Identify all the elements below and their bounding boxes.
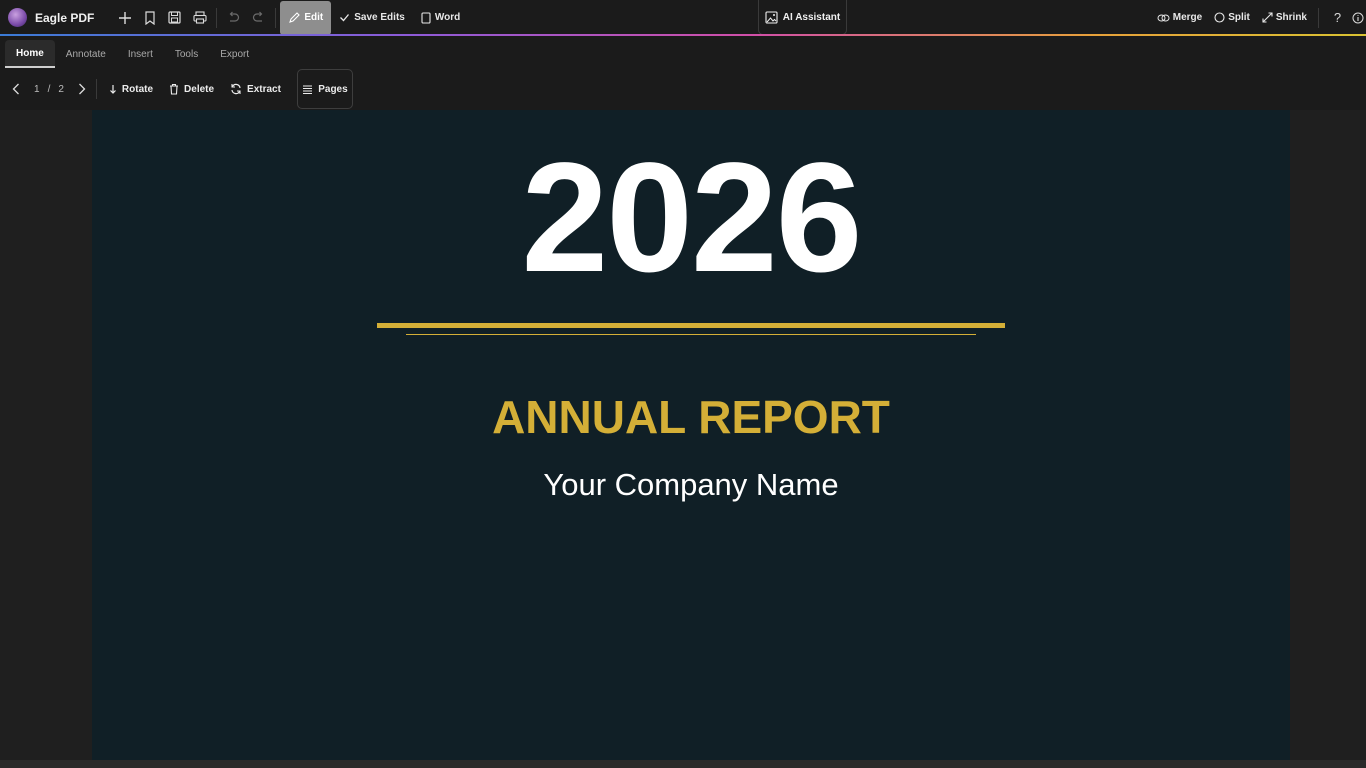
home-toolbar: 1 / 2 Rotate Delete Extract Pages	[0, 68, 1366, 110]
ribbon-tabs: Home Annotate Insert Tools Export	[0, 36, 1366, 68]
arrow-down-icon	[109, 84, 116, 94]
split-icon	[1214, 12, 1225, 23]
ai-assistant-label: AI Assistant	[782, 11, 841, 23]
split-button[interactable]: Split	[1209, 0, 1255, 35]
merge-button[interactable]: Merge	[1152, 0, 1207, 35]
tab-insert[interactable]: Insert	[117, 40, 164, 68]
brand: Eagle PDF	[0, 0, 94, 35]
word-button[interactable]: Word	[413, 0, 468, 35]
info-icon[interactable]	[1352, 0, 1366, 35]
help-icon[interactable]: ?	[1325, 0, 1350, 35]
gold-rule-thin	[406, 334, 976, 335]
word-label: Word	[434, 12, 461, 23]
divider	[216, 7, 218, 28]
delete-button[interactable]: Delete	[161, 74, 222, 104]
shrink-button[interactable]: Shrink	[1257, 0, 1312, 35]
edit-button[interactable]: Edit	[280, 0, 332, 35]
document-workspace[interactable]: 2026 ANNUAL REPORT Your Company Name	[0, 110, 1366, 760]
save-edits-button[interactable]: Save Edits	[331, 0, 413, 35]
page-separator: /	[47, 83, 51, 95]
extract-label: Extract	[247, 83, 281, 95]
bookmark-icon[interactable]	[137, 0, 162, 35]
divider	[1318, 7, 1319, 28]
list-icon	[303, 85, 313, 94]
divider	[275, 7, 277, 28]
shrink-icon	[1262, 12, 1273, 23]
gold-rule-thick	[377, 323, 1005, 328]
report-title: ANNUAL REPORT	[492, 391, 890, 443]
shrink-label: Shrink	[1275, 12, 1307, 23]
company-name: Your Company Name	[543, 467, 839, 502]
tab-annotate[interactable]: Annotate	[55, 40, 117, 68]
plus-icon[interactable]	[112, 0, 137, 35]
total-pages: 2	[58, 83, 64, 95]
status-strip	[0, 760, 1366, 768]
tab-tools[interactable]: Tools	[164, 40, 209, 68]
merge-label: Merge	[1172, 12, 1203, 23]
save-edits-label: Save Edits	[354, 12, 405, 23]
right-tools: Merge Split Shrink ?	[1152, 0, 1366, 35]
delete-label: Delete	[184, 83, 215, 95]
pencil-icon	[289, 11, 301, 23]
pages-label: Pages	[318, 83, 348, 95]
divider	[95, 79, 97, 99]
app-logo-icon	[8, 8, 27, 27]
chevron-left-icon[interactable]	[6, 74, 26, 104]
rotate-label: Rotate	[121, 83, 154, 95]
check-icon	[340, 14, 350, 22]
word-doc-icon	[421, 11, 431, 24]
redo-icon[interactable]	[246, 0, 271, 35]
undo-icon[interactable]	[221, 0, 246, 35]
pdf-page[interactable]: 2026 ANNUAL REPORT Your Company Name	[92, 110, 1290, 760]
page-indicator: 1 / 2	[26, 84, 72, 95]
trash-icon	[170, 83, 179, 95]
ai-image-icon	[765, 10, 778, 24]
rotate-button[interactable]: Rotate	[101, 74, 161, 104]
pages-button[interactable]: Pages	[296, 69, 353, 109]
cover-year: 2026	[521, 131, 862, 305]
print-icon[interactable]	[187, 0, 212, 35]
tab-home[interactable]: Home	[5, 40, 55, 68]
title-bar: Eagle PDF Edit Save Edits Word AI Assist…	[0, 0, 1366, 35]
tab-export[interactable]: Export	[209, 40, 260, 68]
extract-button[interactable]: Extract	[222, 74, 289, 104]
refresh-icon	[231, 83, 241, 95]
current-page[interactable]: 1	[34, 84, 40, 95]
save-icon[interactable]	[162, 0, 187, 35]
edit-label: Edit	[304, 12, 324, 23]
app-name: Eagle PDF	[35, 10, 95, 25]
chevron-right-icon[interactable]	[72, 74, 92, 104]
merge-icon	[1157, 14, 1170, 21]
split-label: Split	[1228, 12, 1250, 23]
ai-assistant-button[interactable]: AI Assistant	[758, 0, 847, 35]
